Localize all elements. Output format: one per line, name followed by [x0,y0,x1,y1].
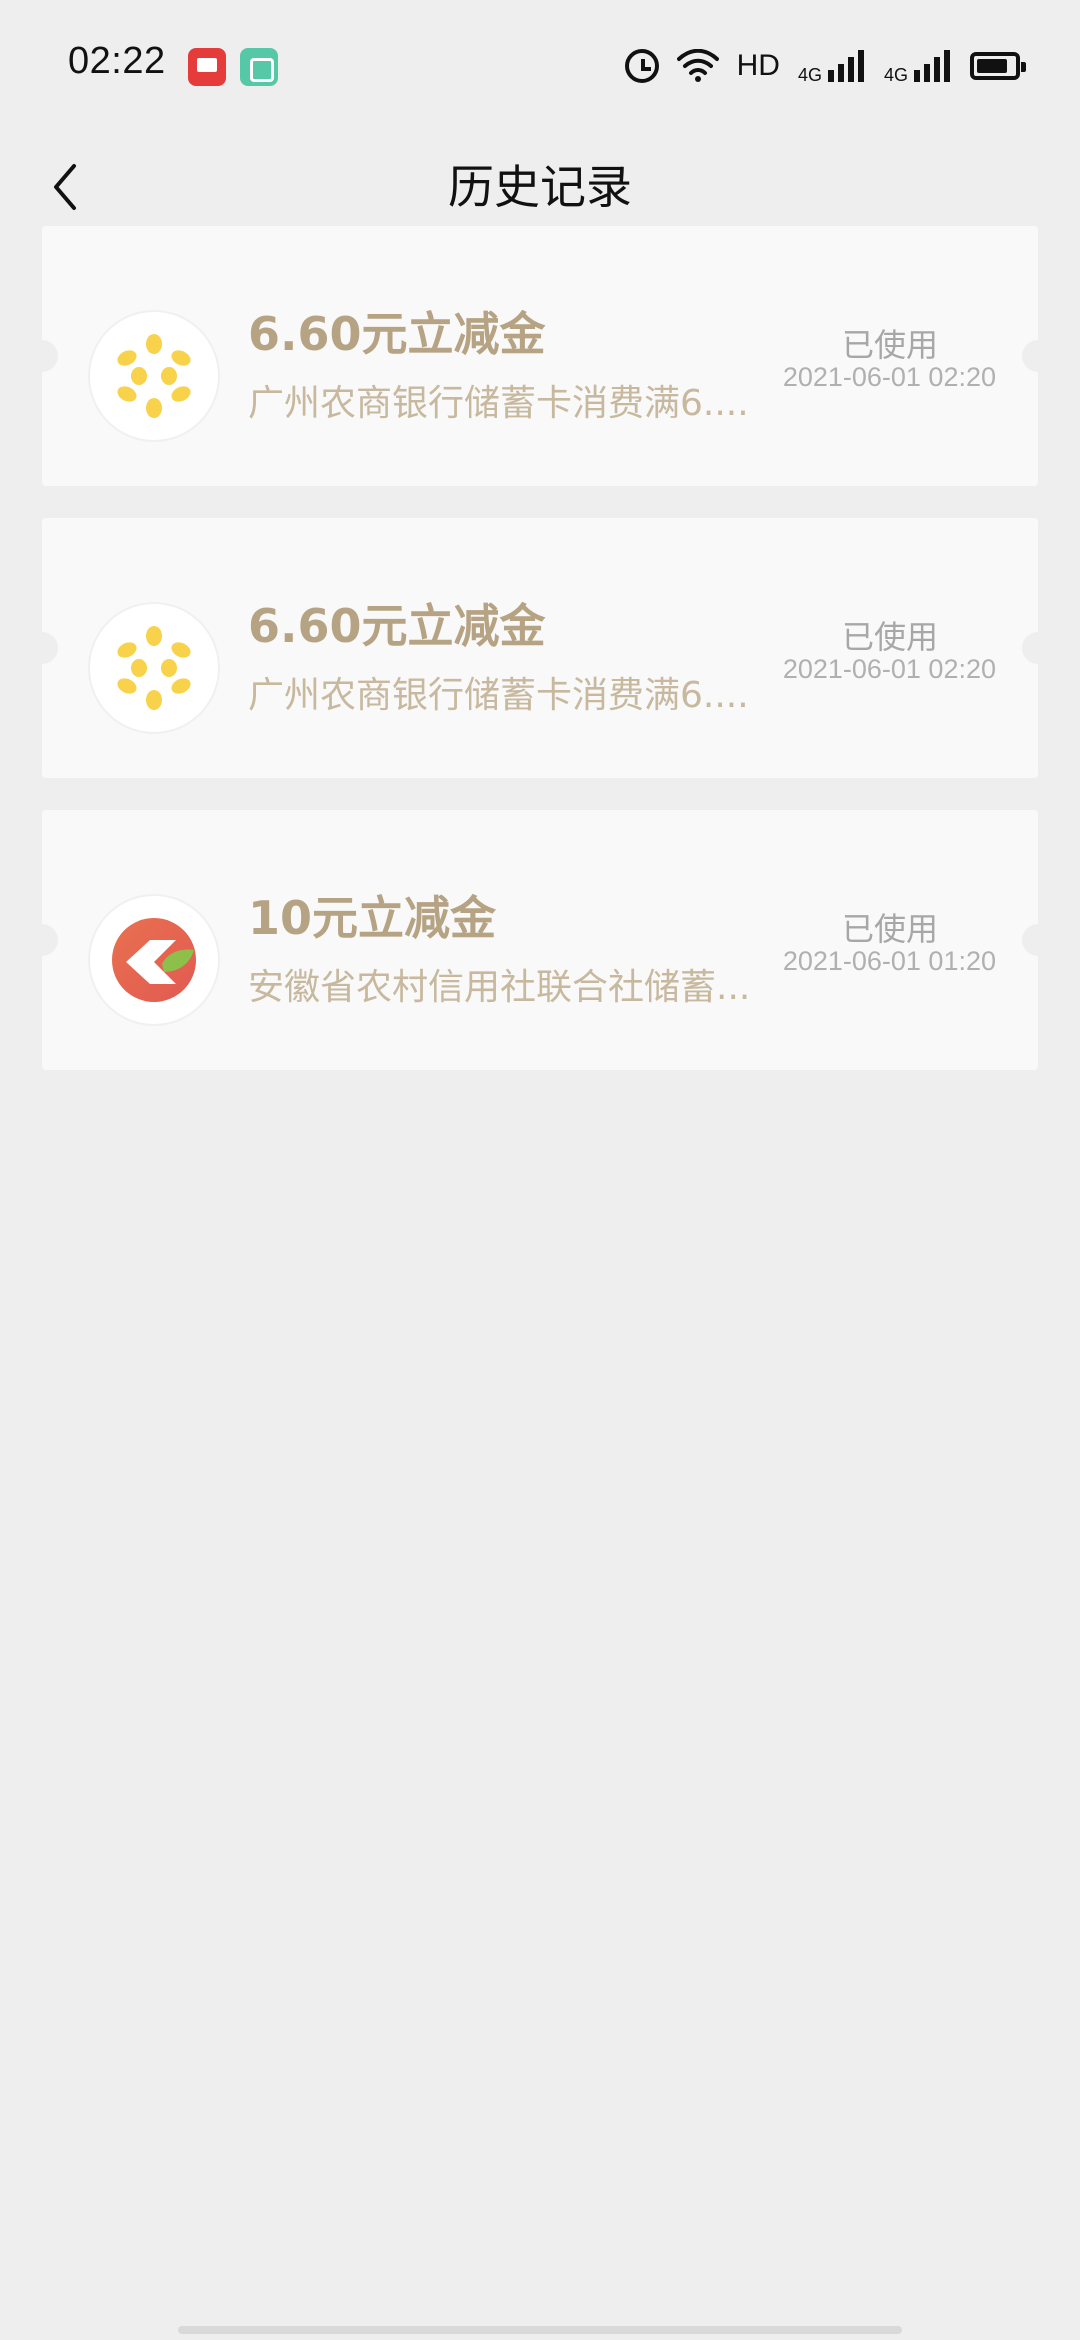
coupon-status: 已使用 [841,910,938,948]
coupon-time: 2021-06-01 02:20 [782,654,996,684]
card-notch-right [1022,340,1054,372]
coupon-status: 已使用 [841,326,938,364]
coupon-time: 2021-06-01 02:20 [782,362,996,392]
coupon-title: 6.60元立减金 [248,599,546,653]
notification-app-icon-2 [240,48,278,86]
grcb-logo-icon [90,312,218,440]
coupon-status: 已使用 [841,618,938,656]
notification-app-icon [188,48,226,86]
signal-1: 4G [798,48,866,84]
coupon-description: 广州农商银行储蓄卡消费满6.... [248,383,749,424]
status-time: 02:22 [68,40,166,82]
coupon-history-list: 6.60元立减金 广州农商银行储蓄卡消费满6.... 已使用 2021-06-0… [26,226,1054,1102]
status-bar: 02:22 HD 4G 4G [0,0,1080,132]
coupon-description: 安徽省农村信用社联合社储蓄... [248,967,751,1008]
coupon-title: 6.60元立减金 [248,307,546,361]
ahrcu-logo-graphic [112,918,196,1002]
card-notch-left [26,340,58,372]
network-type-1: 4G [797,65,822,85]
network-type-2: 4G [883,65,908,85]
coupon-time: 2021-06-01 01:20 [782,946,996,976]
grcb-logo-icon [90,604,218,732]
grcb-logo-graphic [117,626,191,710]
hd-label: HD [736,49,780,82]
coupon-card[interactable]: 6.60元立减金 广州农商银行储蓄卡消费满6.... 已使用 2021-06-0… [26,226,1054,486]
coupon-card[interactable]: 10元立减金 安徽省农村信用社联合社储蓄... 已使用 2021-06-01 0… [26,810,1054,1070]
alarm-icon [624,49,659,83]
card-notch-left [26,924,58,956]
grcb-logo-graphic [117,334,191,418]
status-icons: HD 4G 4G [624,44,1026,88]
signal-2: 4G [884,48,952,84]
wifi-icon [676,49,719,82]
card-notch-right [1022,924,1054,956]
coupon-description: 广州农商银行储蓄卡消费满6.... [248,675,749,716]
card-notch-right [1022,632,1054,664]
coupon-title: 10元立减金 [248,891,497,945]
battery-icon [970,52,1026,80]
ahrcu-logo-icon [90,896,218,1024]
home-indicator[interactable] [178,2326,902,2334]
signal-strength-icon [827,50,864,82]
card-notch-left [26,632,58,664]
signal-strength-icon-2 [914,50,950,82]
coupon-card[interactable]: 6.60元立减金 广州农商银行储蓄卡消费满6.... 已使用 2021-06-0… [26,518,1054,778]
